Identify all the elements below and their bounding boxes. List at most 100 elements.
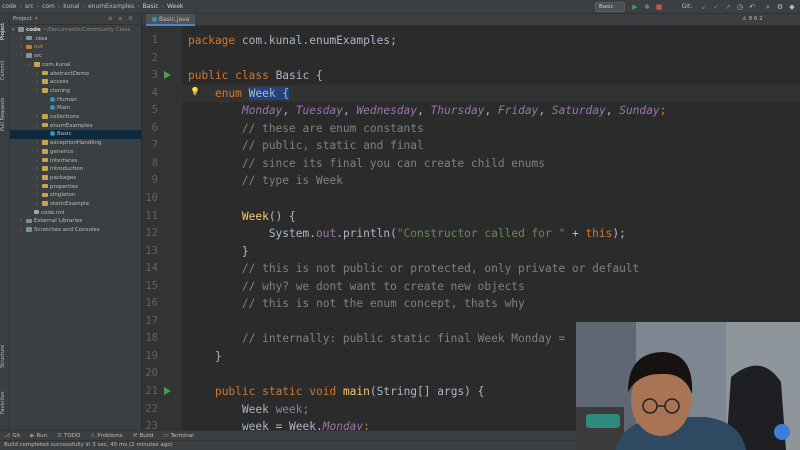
tool-pull-requests[interactable]: Pull Requests [0,92,10,136]
tree-item-label: collections [50,114,80,120]
tool-favorites[interactable]: Favorites [0,386,10,420]
git-commit-icon[interactable]: ✓ [712,3,720,11]
code-token: ; [659,104,667,118]
tree-item[interactable]: › abstractDemo [10,70,141,79]
tree-item[interactable]: › access [10,78,141,87]
project-view-select[interactable]: Project [13,16,32,22]
settings-icon[interactable]: ⚙ [776,3,784,11]
line-number: 1 [151,34,158,46]
code-token: // internally: public static final Week … [188,332,572,346]
breadcrumb-item[interactable]: src [23,3,36,10]
tool-window-run[interactable]: ▶ Run [30,433,47,439]
tree-item[interactable]: › out [10,43,141,52]
tree-item[interactable]: Human [10,96,141,105]
history-icon[interactable]: ◷ [736,3,744,11]
line-number: 22 [145,402,158,415]
chevron-down-icon[interactable]: ▾ [35,16,38,22]
run-gutter-icon[interactable] [164,71,171,80]
run-icon[interactable]: ▶ [631,3,639,11]
tool-project[interactable]: Project [0,16,10,46]
tree-item-label: generics [50,148,74,155]
tree-root[interactable]: ▾ code ~/Documents/Community Class [10,26,141,35]
tool-structure[interactable]: Structure [0,339,10,373]
code-token: ; [302,402,310,416]
tree-item[interactable]: Basic [10,130,141,140]
line-number: 3 [151,69,158,82]
locate-icon[interactable]: ⊕ [108,16,113,22]
tree-item[interactable]: › com.kunal [10,61,141,70]
file-icon [34,209,39,215]
tree-item[interactable]: › packages [10,174,141,183]
breadcrumb-item[interactable]: Week [165,3,185,10]
tree-item-label: Scratches and Consoles [34,227,100,234]
tree-item[interactable]: code.iml [10,209,141,218]
tree-item[interactable]: › enumExamples [10,122,141,131]
tree-item[interactable]: › singleton [10,191,141,200]
run-gutter-icon[interactable] [164,387,171,395]
tree-item-label: singleton [50,192,76,199]
breadcrumb-item[interactable]: Basic [141,3,161,10]
tree-item[interactable]: › Scratches and Consoles [10,226,141,235]
code-token: out [315,227,337,241]
tool-window-git[interactable]: ⎇ Git [4,433,20,439]
ide-logo-icon: ◆ [789,3,795,11]
folder-icon [42,201,48,206]
tree-item[interactable]: › .idea [10,35,141,44]
inspection-widget[interactable]: ⚠ 8 6 2 [742,16,763,22]
code-line: package com.kunal.enumExamples; [188,32,397,49]
code-token: Sunday [619,104,660,118]
line-number: 14 [145,262,158,275]
tree-item-label: access [50,79,69,86]
tree-item[interactable]: › properties [10,183,141,192]
debug-icon[interactable]: ✱ [643,3,651,11]
breadcrumb-item[interactable]: enumExamples [86,3,136,10]
git-push-icon[interactable]: ↗ [724,3,732,11]
tree-item[interactable]: › src [10,52,141,61]
line-number: 15 [145,279,158,292]
tree-item[interactable]: › collections [10,113,141,122]
tree-item[interactable]: › External Libraries [10,217,141,226]
code-line: public class Basic { [188,67,323,84]
stop-icon[interactable]: ■ [655,3,663,11]
gear-icon[interactable]: ⚙ [128,16,133,22]
tool-window-label: Problems [97,432,123,439]
line-number: 20 [145,367,158,380]
breadcrumb-item[interactable]: com [40,3,57,10]
tool-window-icon: ⎇ [4,432,11,439]
tab-basic-java[interactable]: Basic.java [146,14,196,26]
folder-icon [42,114,48,119]
code-token: // these are enum constants [188,121,424,135]
rollback-icon[interactable]: ↶ [748,3,756,11]
run-configuration-select[interactable]: Basic [595,2,625,12]
code-token: package [188,34,242,47]
left-tool-strip: Project Commit Pull Requests Structure F… [0,14,10,430]
tree-item[interactable]: Main [10,104,141,113]
code-token: Week [241,209,269,223]
tree-item[interactable]: › staticExample [10,200,141,209]
git-update-icon[interactable]: ↙ [700,3,708,11]
breadcrumb-item[interactable]: kunal [61,3,81,10]
tree-item[interactable]: › cloning [10,87,141,96]
tree-item[interactable]: › exceptionHandling [10,139,141,148]
code-line: Week week; [188,401,309,418]
tool-window-problems[interactable]: ⚠ Problems [90,433,122,439]
tree-item[interactable]: › introduction [10,165,141,174]
tool-window-terminal[interactable]: ▭ Terminal [163,433,193,439]
code-line: // public, static and final [188,137,424,154]
line-number: 8 [151,156,158,169]
tool-commit[interactable]: Commit [0,56,10,84]
collapse-all-icon[interactable]: ≡ [118,16,123,22]
breadcrumb-item[interactable]: code [0,3,18,10]
tool-window-todo[interactable]: ☰ TODO [57,433,80,439]
folder-icon [42,157,48,163]
tree-item[interactable]: › interfaces [10,157,141,166]
code-token: Week [188,402,276,416]
tool-window-build[interactable]: ⚒ Build [133,433,154,439]
tree-item-label: exceptionHandling [50,140,102,147]
search-icon[interactable]: ⌕ [764,3,772,11]
code-line: // this is not the enum concept, thats w… [188,295,525,312]
tree-item[interactable]: › generics [10,148,141,157]
tree-item-label: abstractDemo [50,70,90,77]
code-token: , [605,104,620,118]
